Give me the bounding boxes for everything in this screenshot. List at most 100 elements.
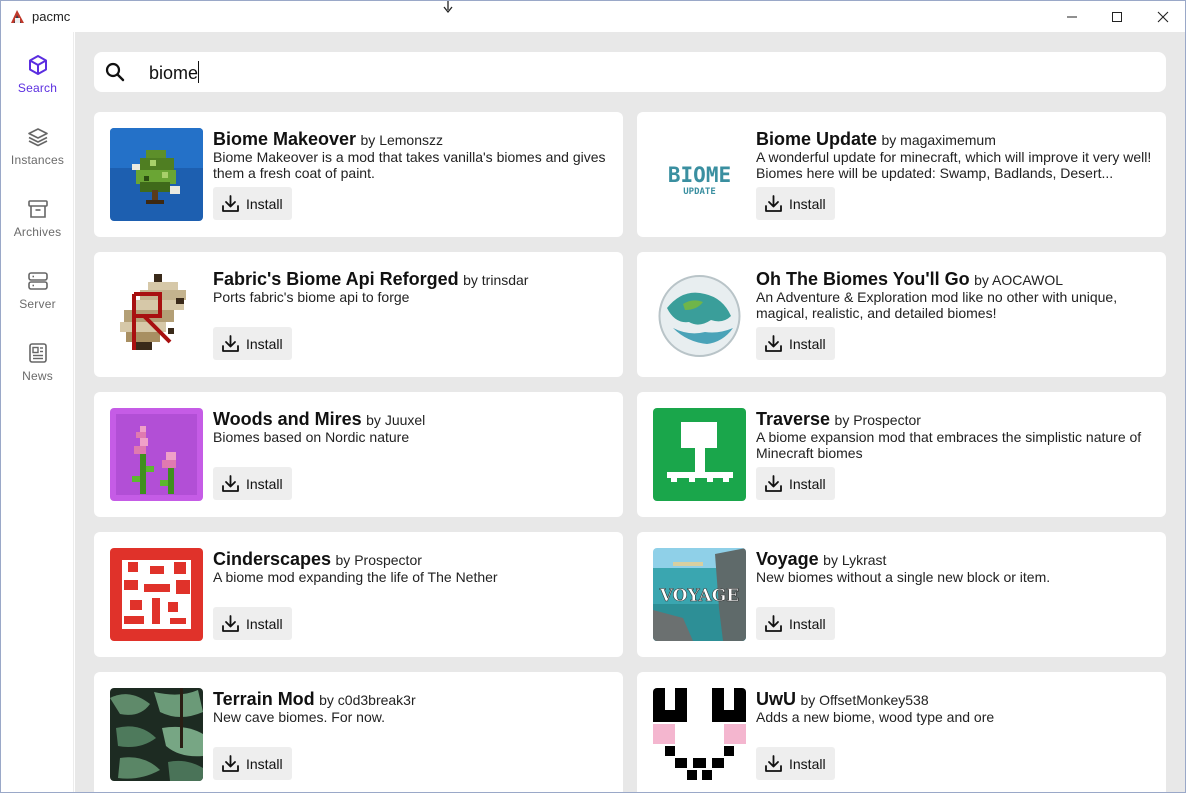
mod-author: by Lemonszz [360,132,443,148]
mod-author: by magaximemum [881,132,996,148]
mod-description: An Adventure & Exploration mod like no o… [756,289,1118,321]
mod-author: by trinsdar [463,272,529,288]
mod-title: Voyage by Lykrast [756,549,886,570]
install-button[interactable]: Install [213,327,292,360]
thumb-text: BIOME [668,163,731,187]
mod-name[interactable]: Biome Makeover [213,129,356,149]
mod-thumbnail-oh-the-biomes [653,268,746,361]
install-label: Install [789,476,826,492]
close-button[interactable] [1140,1,1185,32]
app-icon [9,8,26,25]
mod-description: Ports fabric's biome api to forge [213,289,410,305]
mod-title: Terrain Mod by c0d3break3r [213,689,416,710]
sidebar-item-search[interactable]: Search [1,54,74,118]
install-button[interactable]: Install [756,747,835,780]
result-card: VOYAGE Voyage by Lykrast New biomes with… [637,532,1166,657]
sidebar-item-label: Instances [10,153,65,167]
mod-name[interactable]: Oh The Biomes You'll Go [756,269,970,289]
mod-description: A biome expansion mod that embraces the … [756,429,1142,461]
install-button[interactable]: Install [213,187,292,220]
text-caret [198,61,199,83]
download-icon [222,475,239,492]
mod-name[interactable]: Voyage [756,549,819,569]
sidebar-item-news[interactable]: News [1,342,74,406]
mod-name[interactable]: Terrain Mod [213,689,315,709]
mod-name[interactable]: Woods and Mires [213,409,362,429]
mod-thumbnail-woods-and-mires [110,408,203,501]
install-button[interactable]: Install [213,607,292,640]
mod-thumbnail-voyage: VOYAGE [653,548,746,641]
close-icon [1157,11,1169,22]
sidebar-item-label: Archives [13,225,62,239]
mod-name[interactable]: Biome Update [756,129,877,149]
result-card: UwU by OffsetMonkey538 Adds a new biome,… [637,672,1166,792]
mod-thumbnail-terrain-mod [110,688,203,781]
mod-description: Adds a new biome, wood type and ore [756,709,995,725]
install-label: Install [789,616,826,632]
install-button[interactable]: Install [756,607,835,640]
mod-name[interactable]: Cinderscapes [213,549,331,569]
result-card: Fabric's Biome Api Reforged by trinsdar … [94,252,623,377]
download-icon [222,335,239,352]
result-card: Terrain Mod by c0d3break3r New cave biom… [94,672,623,792]
result-card: Oh The Biomes You'll Go by AOCAWOL An Ad… [637,252,1166,377]
download-icon [765,195,782,212]
sidebar-item-archives[interactable]: Archives [1,198,74,262]
minimize-icon [1067,16,1077,17]
install-button[interactable]: Install [756,327,835,360]
install-button[interactable]: Install [213,467,292,500]
mod-title: Fabric's Biome Api Reforged by trinsdar [213,269,528,290]
sidebar-item-label: Search [17,81,58,95]
install-label: Install [789,756,826,772]
result-card: BIOME UPDATE Biome Update by magaximemum… [637,112,1166,237]
result-card: Woods and Mires by Juuxel Biomes based o… [94,392,623,517]
app-window: pacmc Search Instances Archives Server N… [0,0,1186,793]
result-card: Biome Makeover by Lemonszz Biome Makeove… [94,112,623,237]
mod-name[interactable]: Fabric's Biome Api Reforged [213,269,459,289]
thumb-text: VOYAGE [659,586,739,606]
minimize-button[interactable] [1049,1,1095,32]
mod-description: A wonderful update for minecraft, which … [756,149,1152,181]
mod-thumbnail-biome-update: BIOME UPDATE [653,128,746,221]
mod-name[interactable]: Traverse [756,409,830,429]
mod-author: by c0d3break3r [319,692,416,708]
install-label: Install [246,476,283,492]
mod-thumbnail-fabric-biome-api [110,268,203,361]
mod-description: New biomes without a single new block or… [756,569,1051,585]
install-button[interactable]: Install [756,187,835,220]
mod-thumbnail-biome-makeover [110,128,203,221]
install-button[interactable]: Install [213,747,292,780]
mod-author: by Juuxel [366,412,426,428]
mod-title: Biome Makeover by Lemonszz [213,129,443,150]
layers-icon [27,128,48,147]
mod-description: Biome Makeover is a mod that takes vanil… [213,149,606,181]
install-label: Install [789,196,826,212]
maximize-button[interactable] [1094,1,1140,32]
search-input-value: biome [149,63,199,83]
search-input[interactable]: biome [94,52,1166,92]
mod-thumbnail-cinderscapes [110,548,203,641]
download-icon [222,195,239,212]
download-icon [222,755,239,772]
mod-name[interactable]: UwU [756,689,796,709]
search-icon [105,62,125,82]
download-icon [765,335,782,352]
install-label: Install [246,196,283,212]
mod-title: Woods and Mires by Juuxel [213,409,425,430]
sidebar-item-server[interactable]: Server [1,270,74,334]
mod-author: by Prospector [834,412,921,428]
sidebar-item-label: Server [19,297,56,311]
download-icon [765,475,782,492]
mod-title: Cinderscapes by Prospector [213,549,422,570]
sidebar-item-instances[interactable]: Instances [1,126,74,190]
cube-icon [28,55,47,75]
newspaper-icon [28,343,47,363]
mod-description: New cave biomes. For now. [213,709,385,725]
result-card: Traverse by Prospector A biome expansion… [637,392,1166,517]
thumb-subtext: UPDATE [683,187,716,197]
mod-thumbnail-traverse [653,408,746,501]
install-button[interactable]: Install [756,467,835,500]
mod-title: Biome Update by magaximemum [756,129,996,150]
archive-icon [27,200,48,218]
mod-thumbnail-uwu [653,688,746,781]
